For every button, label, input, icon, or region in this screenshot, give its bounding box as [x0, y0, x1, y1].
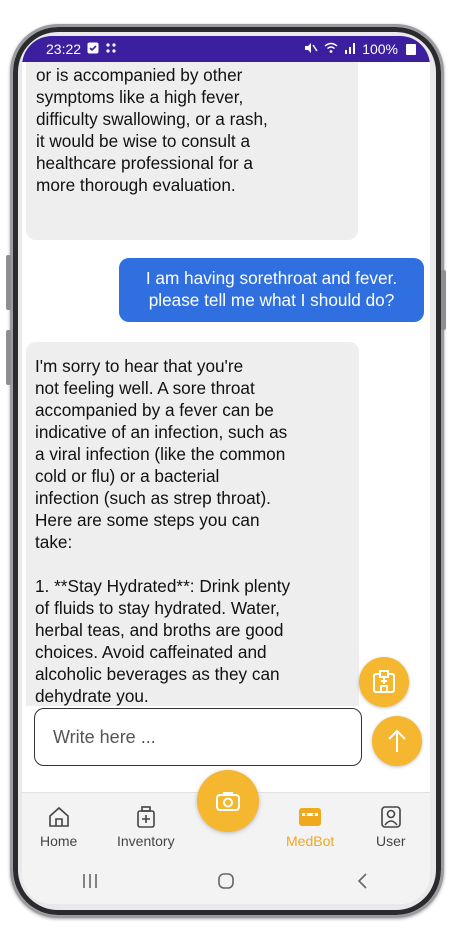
back-icon — [357, 872, 367, 889]
arrow-up-icon — [388, 729, 406, 752]
nav-item-medbot[interactable]: MedBot — [286, 805, 334, 849]
signal-icon — [344, 41, 356, 57]
home-circle-icon — [218, 872, 234, 889]
camera-icon — [216, 792, 240, 811]
power-button — [6, 330, 11, 385]
camera-button[interactable] — [197, 770, 259, 832]
nav-label: MedBot — [286, 833, 335, 849]
nav-label: Inventory — [117, 833, 175, 849]
recent-apps-icon — [83, 873, 97, 888]
nav-item-home[interactable]: Home — [40, 805, 77, 849]
user-message: I am having sorethroat and fever. please… — [119, 258, 424, 322]
nav-item-user[interactable]: User — [376, 805, 406, 849]
battery-level: 100% — [362, 41, 398, 57]
message-composer — [34, 708, 362, 766]
message-input[interactable] — [51, 725, 345, 749]
user-icon — [380, 806, 401, 828]
wifi-icon — [324, 41, 338, 57]
chat-area[interactable]: or is accompanied by other symptoms like… — [22, 62, 430, 706]
bot-message: I'm sorry to hear that you're not feelin… — [26, 342, 359, 706]
nav-label: Home — [40, 833, 78, 849]
hospital-icon — [373, 670, 395, 693]
hospital-button[interactable] — [359, 657, 409, 707]
back-button[interactable] — [332, 872, 392, 895]
check-square-icon — [87, 42, 99, 57]
side-button — [441, 270, 446, 330]
status-bar: 23:22 100% — [22, 36, 430, 62]
app-screen: 23:22 100% or is accompanied by other sy… — [22, 36, 430, 904]
battery-icon — [406, 43, 416, 55]
send-button[interactable] — [372, 716, 422, 766]
status-time: 23:22 — [46, 41, 82, 57]
recent-apps-button[interactable] — [60, 873, 120, 894]
home-system-button[interactable] — [196, 872, 256, 895]
chatbot-icon — [299, 808, 322, 826]
nav-item-inventory[interactable]: Inventory — [117, 805, 175, 849]
home-icon — [48, 806, 69, 827]
system-nav-bar — [22, 862, 430, 904]
volume-button — [6, 255, 11, 310]
grid-dots-icon — [105, 42, 117, 57]
mute-icon — [304, 41, 318, 57]
bot-message: or is accompanied by other symptoms like… — [26, 62, 358, 240]
medicine-box-icon — [136, 806, 155, 828]
nav-label: User — [376, 833, 406, 849]
